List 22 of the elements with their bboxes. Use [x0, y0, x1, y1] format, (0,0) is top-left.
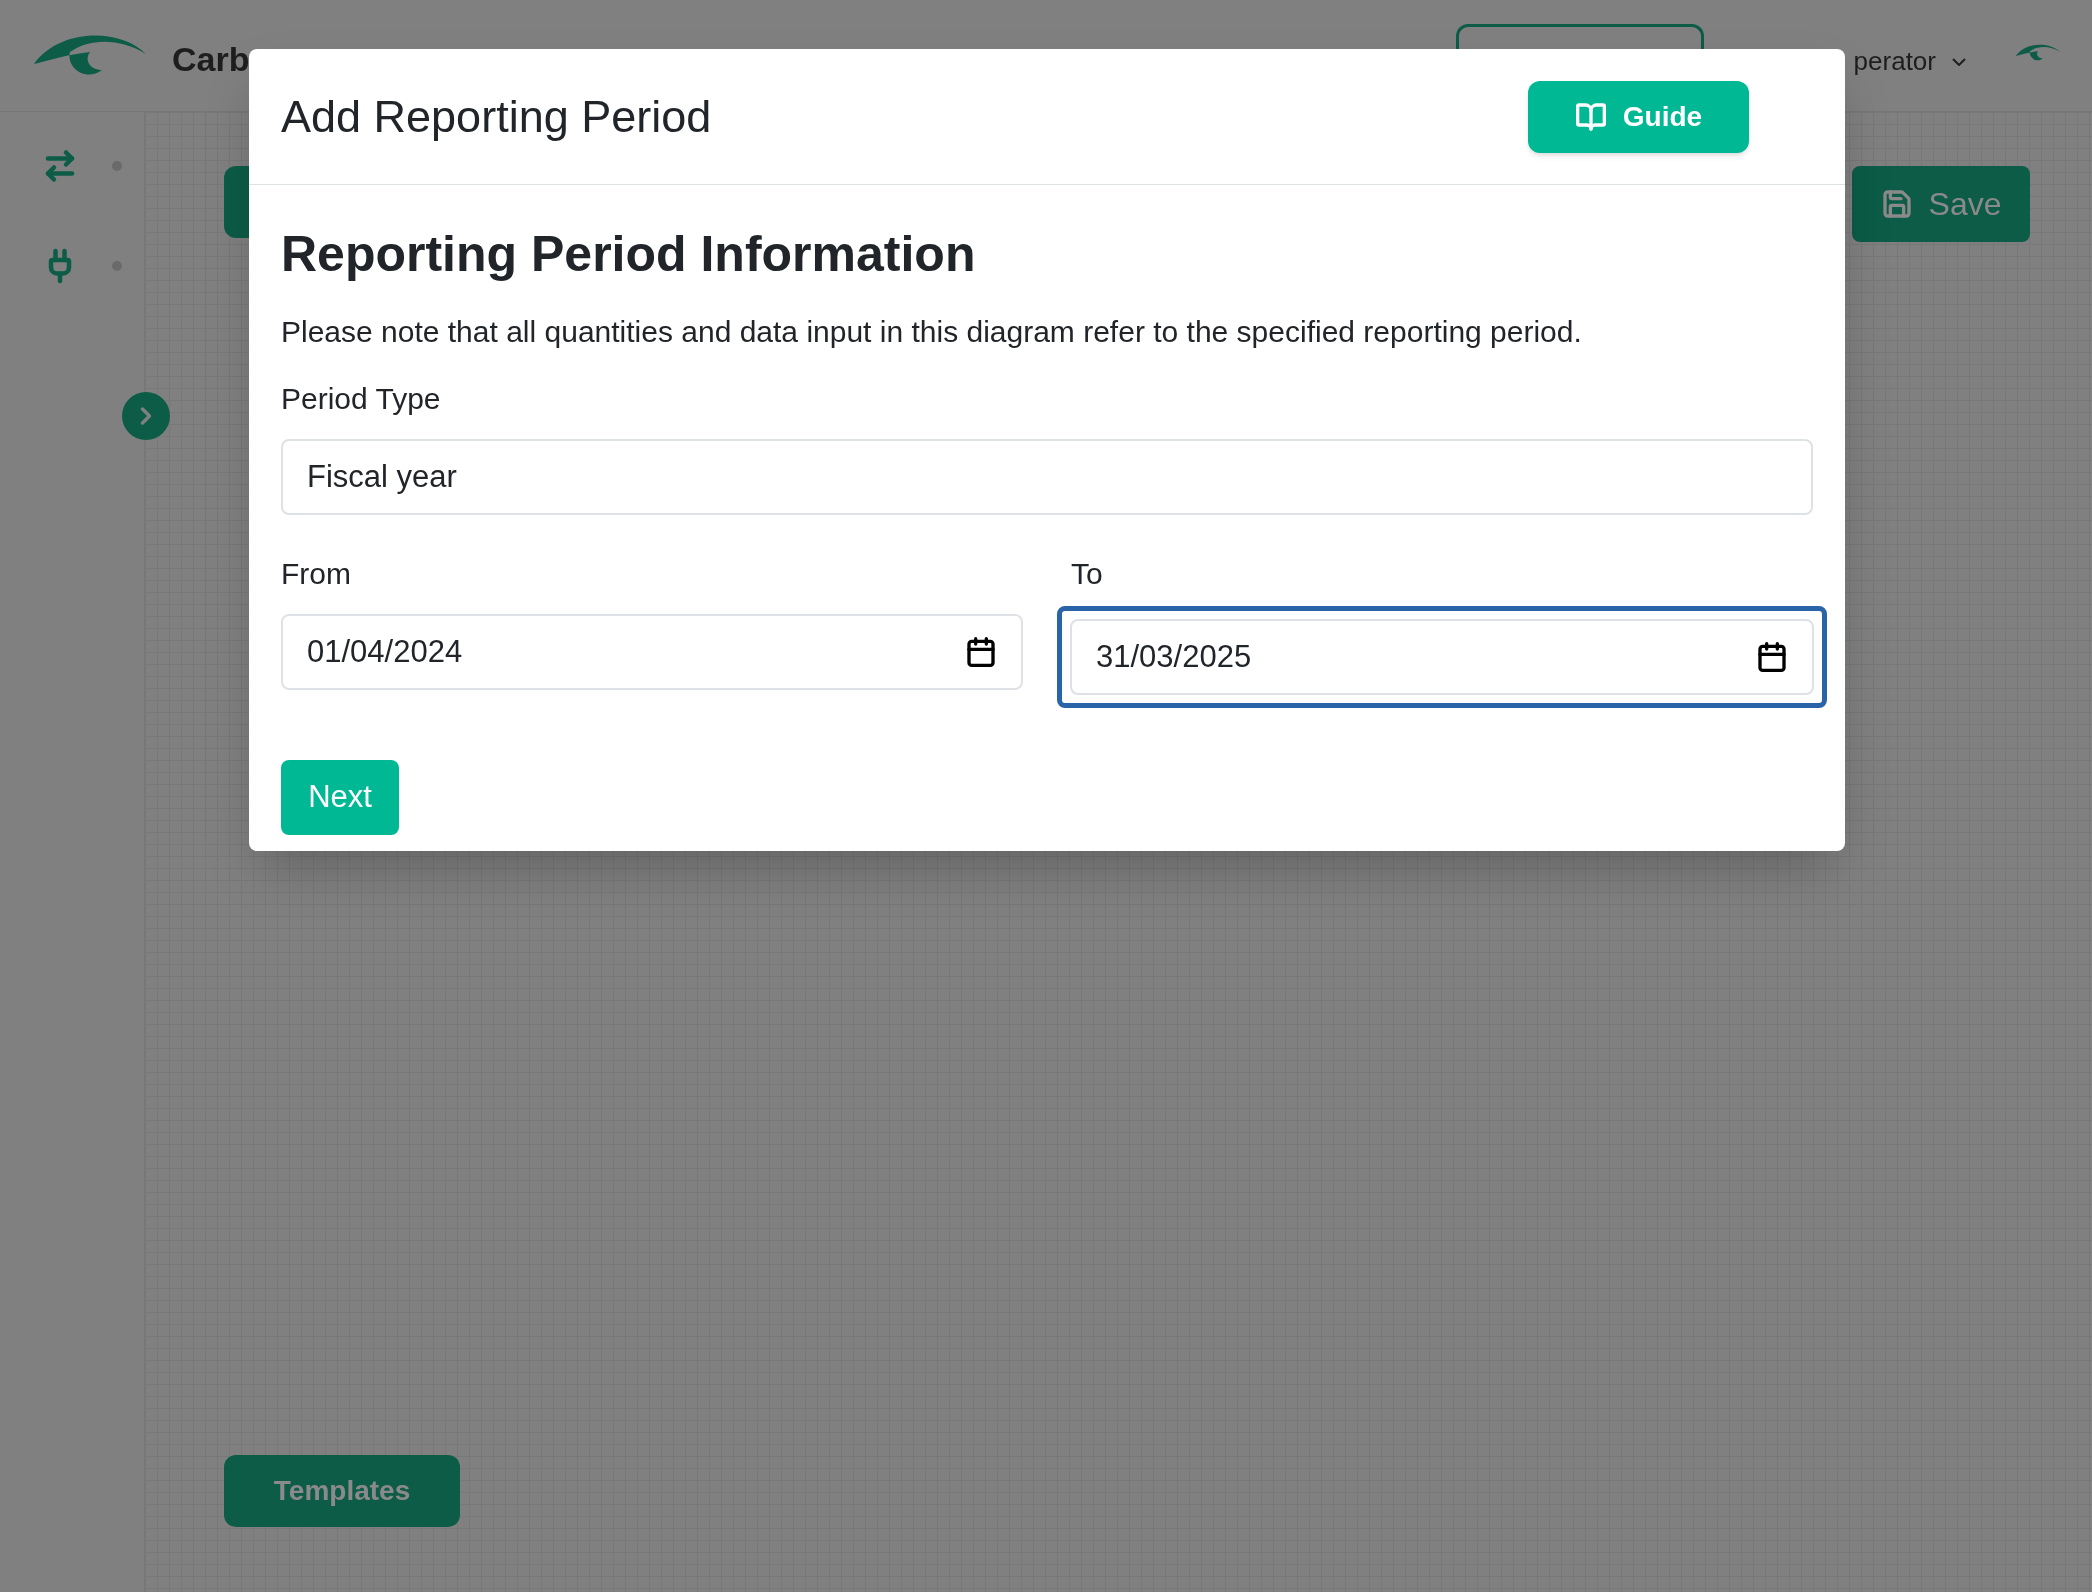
guide-button[interactable]: Guide [1528, 80, 1749, 153]
date-value: 01/04/2024 [307, 632, 463, 671]
field-label: From [281, 556, 352, 592]
period-type-field[interactable]: Fiscal year [281, 439, 1813, 515]
date-field[interactable]: 01/04/2024 [281, 614, 1023, 690]
save-button[interactable]: Save [1852, 166, 2030, 242]
section-heading: Reporting Period Information [281, 229, 977, 279]
field-label: Period Type [281, 381, 442, 417]
user-menu[interactable]: perator [1853, 42, 1966, 81]
calendar-icon[interactable] [1756, 641, 1788, 673]
brand-name: Carb [172, 39, 250, 80]
calendar-icon[interactable] [965, 636, 997, 668]
modal-title: Add Reporting Period [281, 89, 712, 144]
date-field[interactable]: 31/03/2025 [1057, 606, 1827, 708]
templates-button[interactable]: Templates [224, 1455, 460, 1527]
next-button[interactable]: Next [281, 760, 399, 835]
date-value: 31/03/2025 [1096, 637, 1252, 676]
field-label: To [1071, 556, 1104, 592]
book-icon [1574, 100, 1607, 133]
expand-button[interactable] [122, 392, 170, 440]
chevron-down-icon [1952, 57, 1966, 66]
info-text: Please note that all quantities and data input in this diagram refer to the specified reporting period. [281, 314, 1583, 350]
